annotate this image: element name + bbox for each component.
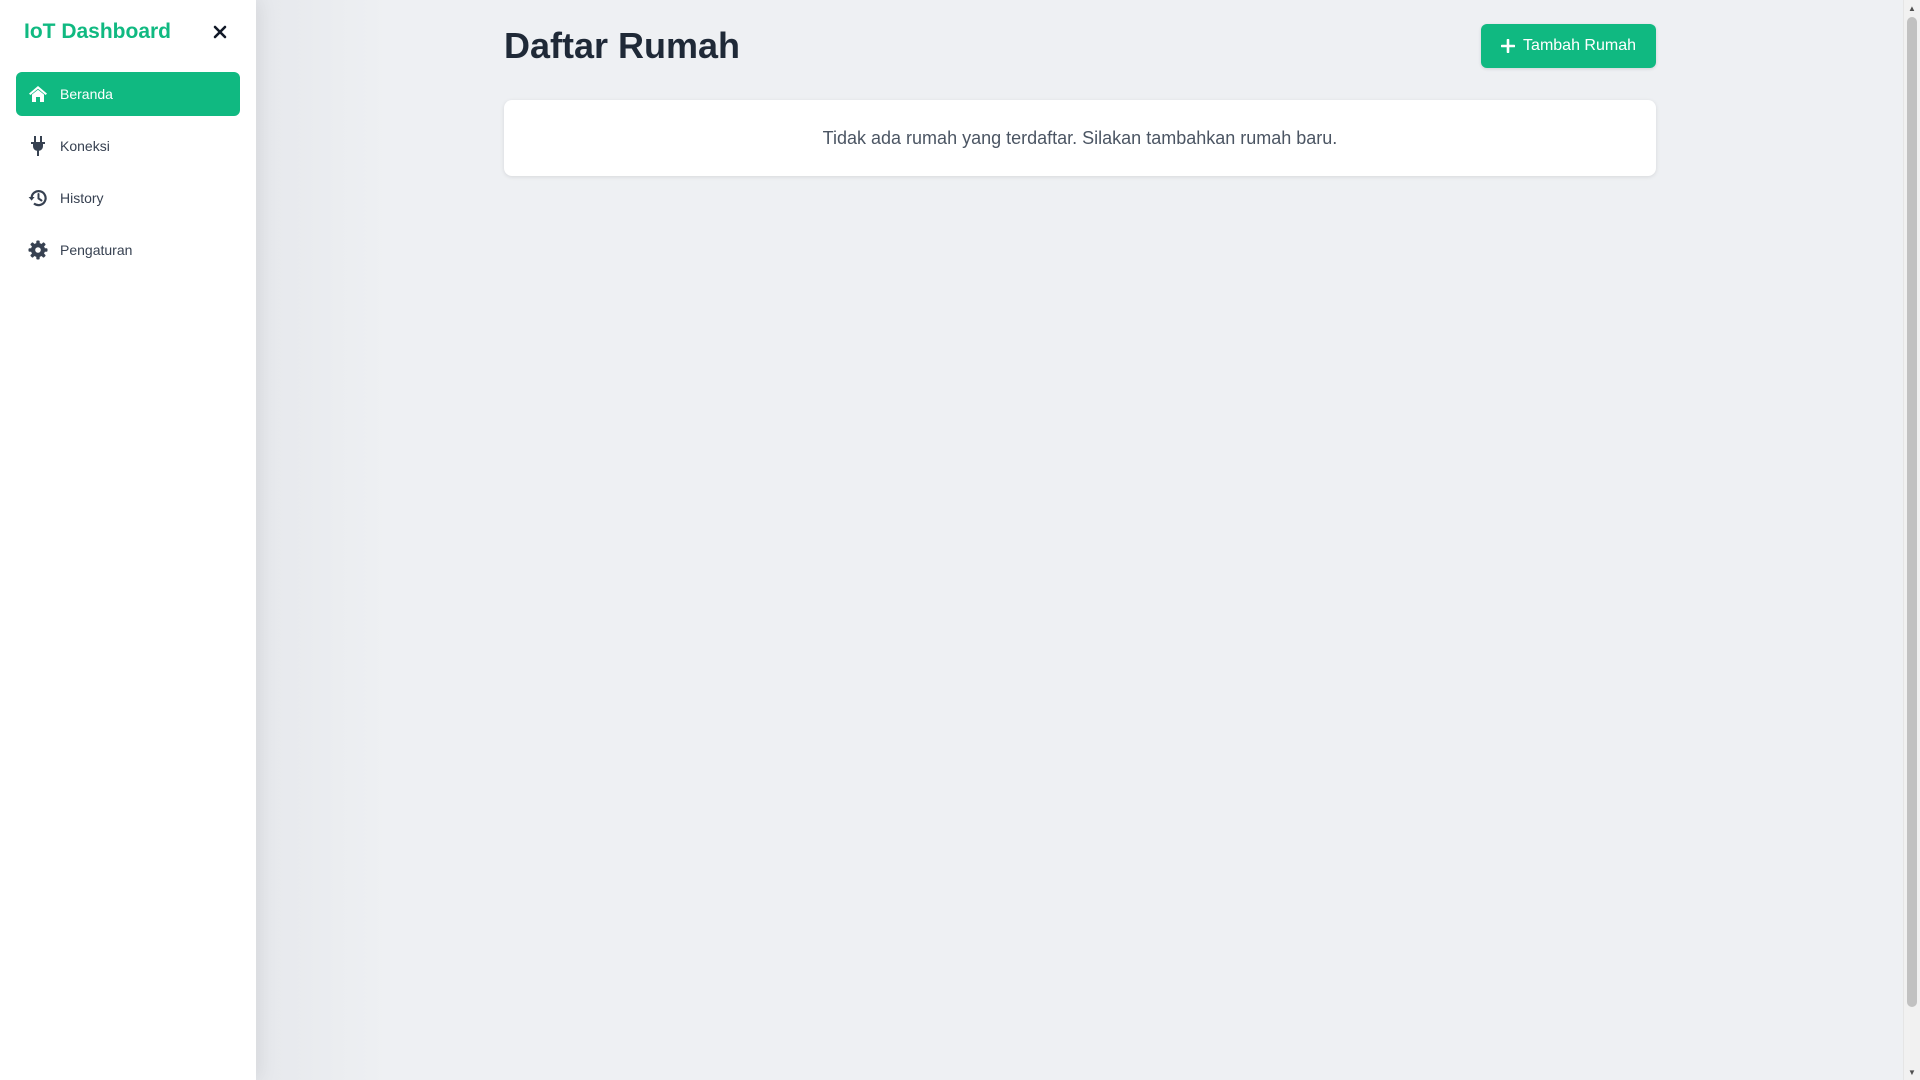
sidebar-item-label: Pengaturan <box>60 242 133 258</box>
scroll-down-arrow-icon[interactable]: ▼ <box>1904 1064 1920 1080</box>
scroll-up-arrow-icon[interactable]: ▲ <box>1904 0 1920 16</box>
sidebar-item-label: Koneksi <box>60 138 110 154</box>
sidebar-item-label: Beranda <box>60 86 113 102</box>
sidebar-item-beranda[interactable]: Beranda <box>16 72 240 116</box>
sidebar-item-history[interactable]: History <box>16 176 240 220</box>
close-sidebar-button[interactable] <box>208 20 232 44</box>
sidebar-nav: Beranda Koneksi History Pengaturan <box>0 64 256 272</box>
sidebar-item-label: History <box>60 190 104 206</box>
sidebar: IoT Dashboard Beranda Koneksi History Pe… <box>0 0 256 1080</box>
plus-icon <box>1501 39 1516 53</box>
gear-icon <box>28 240 48 260</box>
sidebar-item-koneksi[interactable]: Koneksi <box>16 124 240 168</box>
history-icon <box>28 188 48 208</box>
page-title: Daftar Rumah <box>504 25 741 66</box>
sidebar-item-pengaturan[interactable]: Pengaturan <box>16 228 240 272</box>
empty-state-card: Tidak ada rumah yang terdaftar. Silakan … <box>504 100 1656 176</box>
app-title: IoT Dashboard <box>24 20 172 43</box>
add-house-button[interactable]: Tambah Rumah <box>1481 24 1656 68</box>
add-house-label: Tambah Rumah <box>1523 37 1636 54</box>
scrollbar-thumb[interactable] <box>1907 17 1917 1007</box>
home-icon <box>28 84 48 104</box>
empty-state-message: Tidak ada rumah yang terdaftar. Silakan … <box>822 127 1338 148</box>
plug-icon <box>28 136 48 156</box>
vertical-scrollbar[interactable]: ▲ ▼ <box>1903 0 1920 1080</box>
content: Daftar Rumah Tambah Rumah Tidak ada ruma… <box>504 0 1656 176</box>
sidebar-header: IoT Dashboard <box>0 0 256 64</box>
main-area: Daftar Rumah Tambah Rumah Tidak ada ruma… <box>256 0 1904 1080</box>
page-header: Daftar Rumah Tambah Rumah <box>504 0 1656 92</box>
close-icon <box>213 25 227 39</box>
